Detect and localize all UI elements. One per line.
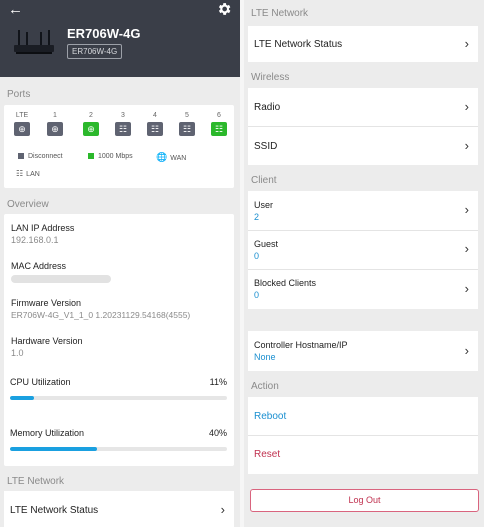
port-3[interactable]: 3 ☷ bbox=[115, 112, 131, 136]
chevron-right-icon: › bbox=[464, 138, 469, 153]
back-arrow-icon[interactable]: ← bbox=[8, 1, 23, 18]
ssid-label: SSID bbox=[254, 141, 278, 152]
port-label: 1 bbox=[53, 112, 57, 119]
globe-icon: 🌐 bbox=[156, 152, 168, 162]
lan-icon: ☷ bbox=[16, 169, 24, 178]
ssid-row[interactable]: SSID › bbox=[248, 127, 478, 165]
reboot-row[interactable]: Reboot bbox=[248, 397, 478, 435]
lte-status-label: LTE Network Status bbox=[254, 39, 343, 50]
firmware-label: Firmware Version bbox=[11, 298, 82, 308]
mem-util-bar bbox=[10, 447, 227, 451]
chevron-right-icon: › bbox=[464, 36, 469, 51]
mem-util-label: Memory Utilization bbox=[10, 428, 85, 438]
lan-icon: ☷ bbox=[179, 122, 195, 136]
port-5[interactable]: 5 ☷ bbox=[179, 112, 195, 136]
cpu-util-percent: 11% bbox=[209, 377, 227, 387]
lte-section-title-left: LTE Network bbox=[7, 476, 65, 487]
port-label: 3 bbox=[121, 112, 125, 119]
controller-row[interactable]: Controller Hostname/IP None › bbox=[248, 331, 478, 371]
port-1[interactable]: 1 ⊕ bbox=[47, 112, 63, 136]
legend-disconnect-label: Disconnect bbox=[28, 153, 63, 160]
chevron-right-icon: › bbox=[464, 241, 469, 256]
user-row[interactable]: User 2 › bbox=[248, 191, 478, 230]
blocked-clients-row[interactable]: Blocked Clients 0 › bbox=[248, 270, 478, 309]
chevron-right-icon: › bbox=[220, 502, 225, 517]
overview-card: LAN IP Address 192.168.0.1 MAC Address F… bbox=[4, 214, 234, 466]
firmware-value: ER706W-4G_V1_1_0 1.20231129.54168(4555) bbox=[11, 310, 191, 320]
lte-section-title: LTE Network bbox=[251, 8, 309, 19]
globe-icon: ⊕ bbox=[47, 122, 63, 136]
overview-section-title: Overview bbox=[7, 199, 49, 210]
legend-wan: 🌐 WAN bbox=[156, 152, 186, 163]
radio-label: Radio bbox=[254, 102, 281, 113]
legend-speed: 1000 Mbps bbox=[88, 153, 133, 160]
port-label: 5 bbox=[185, 112, 189, 119]
globe-icon: ⊕ bbox=[14, 122, 30, 136]
legend-lan: ☷ LAN bbox=[16, 169, 40, 178]
chevron-right-icon: › bbox=[464, 99, 469, 114]
ports-section-title: Ports bbox=[7, 89, 31, 100]
reset-row[interactable]: Reset bbox=[248, 436, 478, 474]
left-panel: ← ER706W-4G ER706W-4G Ports LTE ⊕ 1 ⊕ 2 ⊕ 3 ☷ 4 ☷… bbox=[0, 0, 240, 527]
action-section-title: Action bbox=[251, 381, 279, 392]
chevron-right-icon: › bbox=[464, 202, 469, 217]
chevron-right-icon: › bbox=[464, 343, 469, 358]
port-label: 4 bbox=[153, 112, 157, 119]
controller-value: None bbox=[254, 352, 276, 362]
logout-button[interactable]: Log Out bbox=[250, 489, 479, 512]
disconnect-swatch bbox=[18, 153, 24, 159]
legend-speed-label: 1000 Mbps bbox=[98, 153, 133, 160]
lan-icon: ☷ bbox=[115, 122, 131, 136]
guest-label: Guest bbox=[254, 239, 279, 249]
lte-status-row[interactable]: LTE Network Status › bbox=[248, 26, 478, 62]
device-model-badge: ER706W-4G bbox=[67, 44, 123, 59]
lte-status-row-left[interactable]: LTE Network Status › bbox=[4, 491, 234, 527]
device-model-title: ER706W-4G bbox=[67, 26, 141, 41]
mem-util-percent: 40% bbox=[208, 428, 227, 438]
radio-row[interactable]: Radio › bbox=[248, 88, 478, 126]
port-lte[interactable]: LTE ⊕ bbox=[14, 112, 30, 136]
port-4[interactable]: 4 ☷ bbox=[147, 112, 163, 136]
hardware-value: 1.0 bbox=[11, 348, 24, 358]
blocked-clients-label: Blocked Clients bbox=[254, 278, 317, 288]
device-header: ← ER706W-4G ER706W-4G bbox=[0, 0, 240, 77]
lan-ip-label: LAN IP Address bbox=[11, 223, 75, 233]
chevron-right-icon: › bbox=[464, 281, 469, 296]
wireless-section-title: Wireless bbox=[251, 72, 290, 83]
legend-lan-label: LAN bbox=[26, 171, 40, 178]
globe-icon: ⊕ bbox=[83, 122, 99, 136]
port-label: 6 bbox=[217, 112, 221, 119]
legend-wan-label: WAN bbox=[170, 155, 187, 162]
port-label: 2 bbox=[89, 112, 93, 119]
cpu-util-label: CPU Utilization bbox=[10, 377, 71, 387]
lte-status-label-left: LTE Network Status bbox=[10, 505, 99, 516]
client-section-title: Client bbox=[251, 175, 277, 186]
lan-ip-value: 192.168.0.1 bbox=[11, 235, 59, 245]
user-label: User bbox=[254, 200, 274, 210]
port-6[interactable]: 6 ☷ bbox=[211, 112, 227, 136]
router-image bbox=[14, 30, 54, 54]
gear-icon[interactable] bbox=[216, 1, 232, 17]
mac-value-redacted bbox=[11, 275, 111, 283]
user-count: 2 bbox=[254, 212, 260, 222]
reset-button[interactable]: Reset bbox=[254, 449, 280, 460]
cpu-util-fill bbox=[10, 396, 34, 400]
mac-label: MAC Address bbox=[11, 261, 67, 271]
guest-count: 0 bbox=[254, 251, 260, 261]
legend-disconnect: Disconnect bbox=[18, 153, 63, 160]
blocked-clients-count: 0 bbox=[254, 290, 260, 300]
ports-card: LTE ⊕ 1 ⊕ 2 ⊕ 3 ☷ 4 ☷ 5 ☷ 6 ☷ Disconnect 1000 Mbps 🌐 W… bbox=[4, 105, 234, 188]
connected-swatch bbox=[88, 153, 94, 159]
hardware-label: Hardware Version bbox=[11, 336, 83, 346]
port-label: LTE bbox=[15, 112, 29, 119]
lan-icon: ☷ bbox=[211, 122, 227, 136]
reboot-button[interactable]: Reboot bbox=[254, 411, 286, 422]
cpu-util-bar bbox=[10, 396, 227, 400]
guest-row[interactable]: Guest 0 › bbox=[248, 231, 478, 269]
mem-util-fill bbox=[10, 447, 97, 451]
lan-icon: ☷ bbox=[147, 122, 163, 136]
port-2[interactable]: 2 ⊕ bbox=[83, 112, 99, 136]
controller-label: Controller Hostname/IP bbox=[254, 340, 348, 350]
right-panel: LTE Network LTE Network Status › Wireles… bbox=[244, 0, 484, 527]
